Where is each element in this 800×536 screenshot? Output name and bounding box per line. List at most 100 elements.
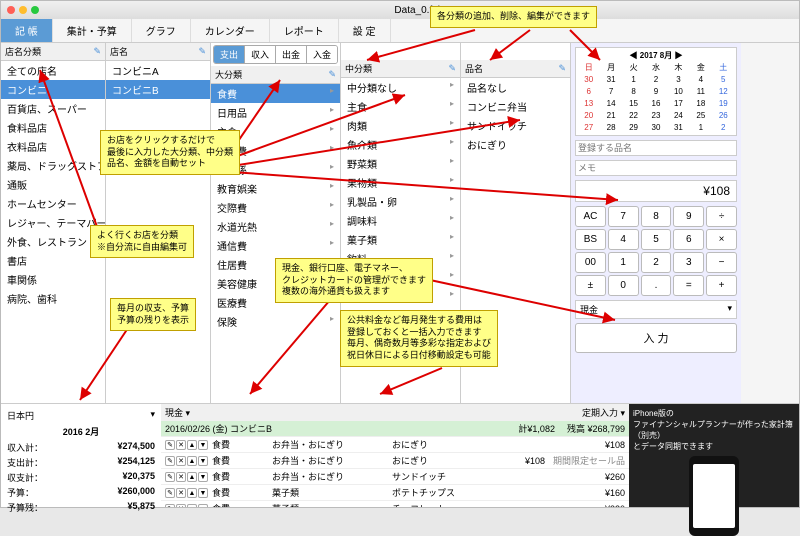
list-item[interactable]: 食費 [211,84,340,103]
titlebar: Data_0.fpkt [1,1,799,19]
list-item[interactable]: 品名なし [461,78,570,97]
list-item[interactable]: 中分類なし [341,78,460,97]
ledger-row[interactable]: ✎✕▲▼食費お弁当・おにぎりおにぎり¥108 [161,437,629,453]
list-item[interactable]: おにぎり [461,135,570,154]
list-item[interactable]: 日用品 [211,103,340,122]
ledger-tab-cash[interactable]: 現金 [165,408,183,418]
callout: よく行くお店を分類 ※自分流に自由編集可 [90,225,194,258]
pencil-icon[interactable]: ✎ [198,46,206,57]
key-1[interactable]: 1 [608,252,639,273]
key-−[interactable]: − [706,252,737,273]
list-item[interactable]: 食料品店 [1,118,105,137]
pencil-icon[interactable]: ✎ [93,46,101,57]
memo-input[interactable] [575,160,737,176]
list-item[interactable]: コンビニ [1,80,105,99]
key-AC[interactable]: AC [575,206,606,227]
key-BS[interactable]: BS [575,229,606,250]
list-item[interactable]: 衣料品店 [1,137,105,156]
store-category-header: 店名分類 [5,45,41,58]
key-÷[interactable]: ÷ [706,206,737,227]
ledger-row[interactable]: ✎✕▲▼食費お弁当・おにぎりおにぎり¥108期間限定セール品 [161,453,629,469]
list-item[interactable]: 主食 [341,97,460,116]
chevron-down-icon[interactable]: ▾ [150,409,155,422]
pencil-icon[interactable]: ✎ [328,69,336,80]
store-header: 店名 [110,45,128,58]
enter-button[interactable]: 入 力 [575,323,737,353]
ledger-tab-recurring[interactable]: 定期入力 [582,408,618,418]
phone-icon [689,456,739,536]
tab-1[interactable]: 集計・予算 [53,19,132,42]
close-icon[interactable] [7,6,15,14]
ledger-row[interactable]: ✎✕▲▼食費菓子類ポテトチップス¥160 [161,485,629,501]
list-item[interactable]: 調味料 [341,211,460,230]
ledger-row[interactable]: ✎✕▲▼食費菓子類チョコレート¥320 [161,501,629,507]
list-item[interactable]: コンビニ弁当 [461,97,570,116]
ledger-row[interactable]: ✎✕▲▼食費お弁当・おにぎりサンドイッチ¥260 [161,469,629,485]
seg-1[interactable]: 収入 [245,46,276,63]
key-=[interactable]: = [673,275,704,296]
list-item[interactable]: 通信費 [211,236,340,255]
key-8[interactable]: 8 [641,206,672,227]
list-item[interactable]: 薬局、ドラッグストア [1,156,105,175]
main-tabs: 記 帳集計・予算グラフカレンダーレポート設 定 [1,19,799,43]
key-7[interactable]: 7 [608,206,639,227]
callout: お店をクリックするだけで 最後に入力した大分類、中分類 品名、金額を自動セット [100,130,240,175]
account-select[interactable]: 現金▾ [575,300,737,319]
pencil-icon[interactable]: ✎ [558,63,566,74]
list-item[interactable]: 魚介類 [341,135,460,154]
list-item[interactable]: 菓子類 [341,230,460,249]
list-item[interactable]: 全ての店名 [1,61,105,80]
key-00[interactable]: 00 [575,252,606,273]
key-9[interactable]: 9 [673,206,704,227]
amount-display: ¥108 [575,180,737,202]
chevron-down-icon: ▾ [727,303,732,316]
seg-2[interactable]: 出金 [276,46,307,63]
list-item[interactable]: 肉類 [341,116,460,135]
key-4[interactable]: 4 [608,229,639,250]
seg-3[interactable]: 入金 [307,46,337,63]
key-.[interactable]: . [641,275,672,296]
list-item[interactable]: 通販 [1,175,105,194]
calendar[interactable]: ◀ 2017 8月 ▶ 日月火水木金土 30311234567891011121… [575,47,737,136]
list-item[interactable]: コンビニA [106,61,210,80]
list-item[interactable]: サンドイッチ [461,116,570,135]
tab-3[interactable]: カレンダー [191,19,270,42]
tab-4[interactable]: レポート [270,19,339,42]
zoom-icon[interactable] [31,6,39,14]
key-0[interactable]: 0 [608,275,639,296]
cal-next[interactable]: ▶ [674,51,682,60]
list-item[interactable]: 病院、歯科 [1,289,105,308]
summary-month: 2016 2月 [5,423,157,440]
product-header: 品名 [465,62,483,75]
list-item[interactable]: ホームセンター [1,194,105,213]
list-item[interactable]: 乳製品・卵 [341,192,460,211]
list-item[interactable]: 野菜類 [341,154,460,173]
key-2[interactable]: 2 [641,252,672,273]
product-name-input[interactable] [575,140,737,156]
ledger-row[interactable]: 2016/02/26 (金) コンビニB計¥1,082残高 ¥268,799 [161,421,629,437]
tab-2[interactable]: グラフ [132,19,191,42]
large-cat-header: 大分類 [215,68,242,81]
key-3[interactable]: 3 [673,252,704,273]
callout: 各分類の追加、削除、編集ができます [430,6,597,28]
list-item[interactable]: 百貨店、スーパー [1,99,105,118]
key-±[interactable]: ± [575,275,606,296]
tab-0[interactable]: 記 帳 [1,19,53,42]
list-item[interactable]: 車関係 [1,270,105,289]
list-item[interactable]: 水道光熱 [211,217,340,236]
list-item[interactable]: 果物類 [341,173,460,192]
list-item[interactable]: 保険 [211,312,340,331]
key-6[interactable]: 6 [673,229,704,250]
promo-panel: iPhone版の ファイナンシャルプランナーが作った家計簿（別売） とデータ同期… [629,404,799,507]
key-5[interactable]: 5 [641,229,672,250]
tab-5[interactable]: 設 定 [339,19,391,42]
minimize-icon[interactable] [19,6,27,14]
pencil-icon[interactable]: ✎ [448,63,456,74]
list-item[interactable]: 交際費 [211,198,340,217]
list-item[interactable]: 教育娯楽 [211,179,340,198]
list-item[interactable]: コンビニB [106,80,210,99]
seg-0[interactable]: 支出 [214,46,245,63]
cal-prev[interactable]: ◀ [630,51,638,60]
key-×[interactable]: × [706,229,737,250]
key-+[interactable]: + [706,275,737,296]
